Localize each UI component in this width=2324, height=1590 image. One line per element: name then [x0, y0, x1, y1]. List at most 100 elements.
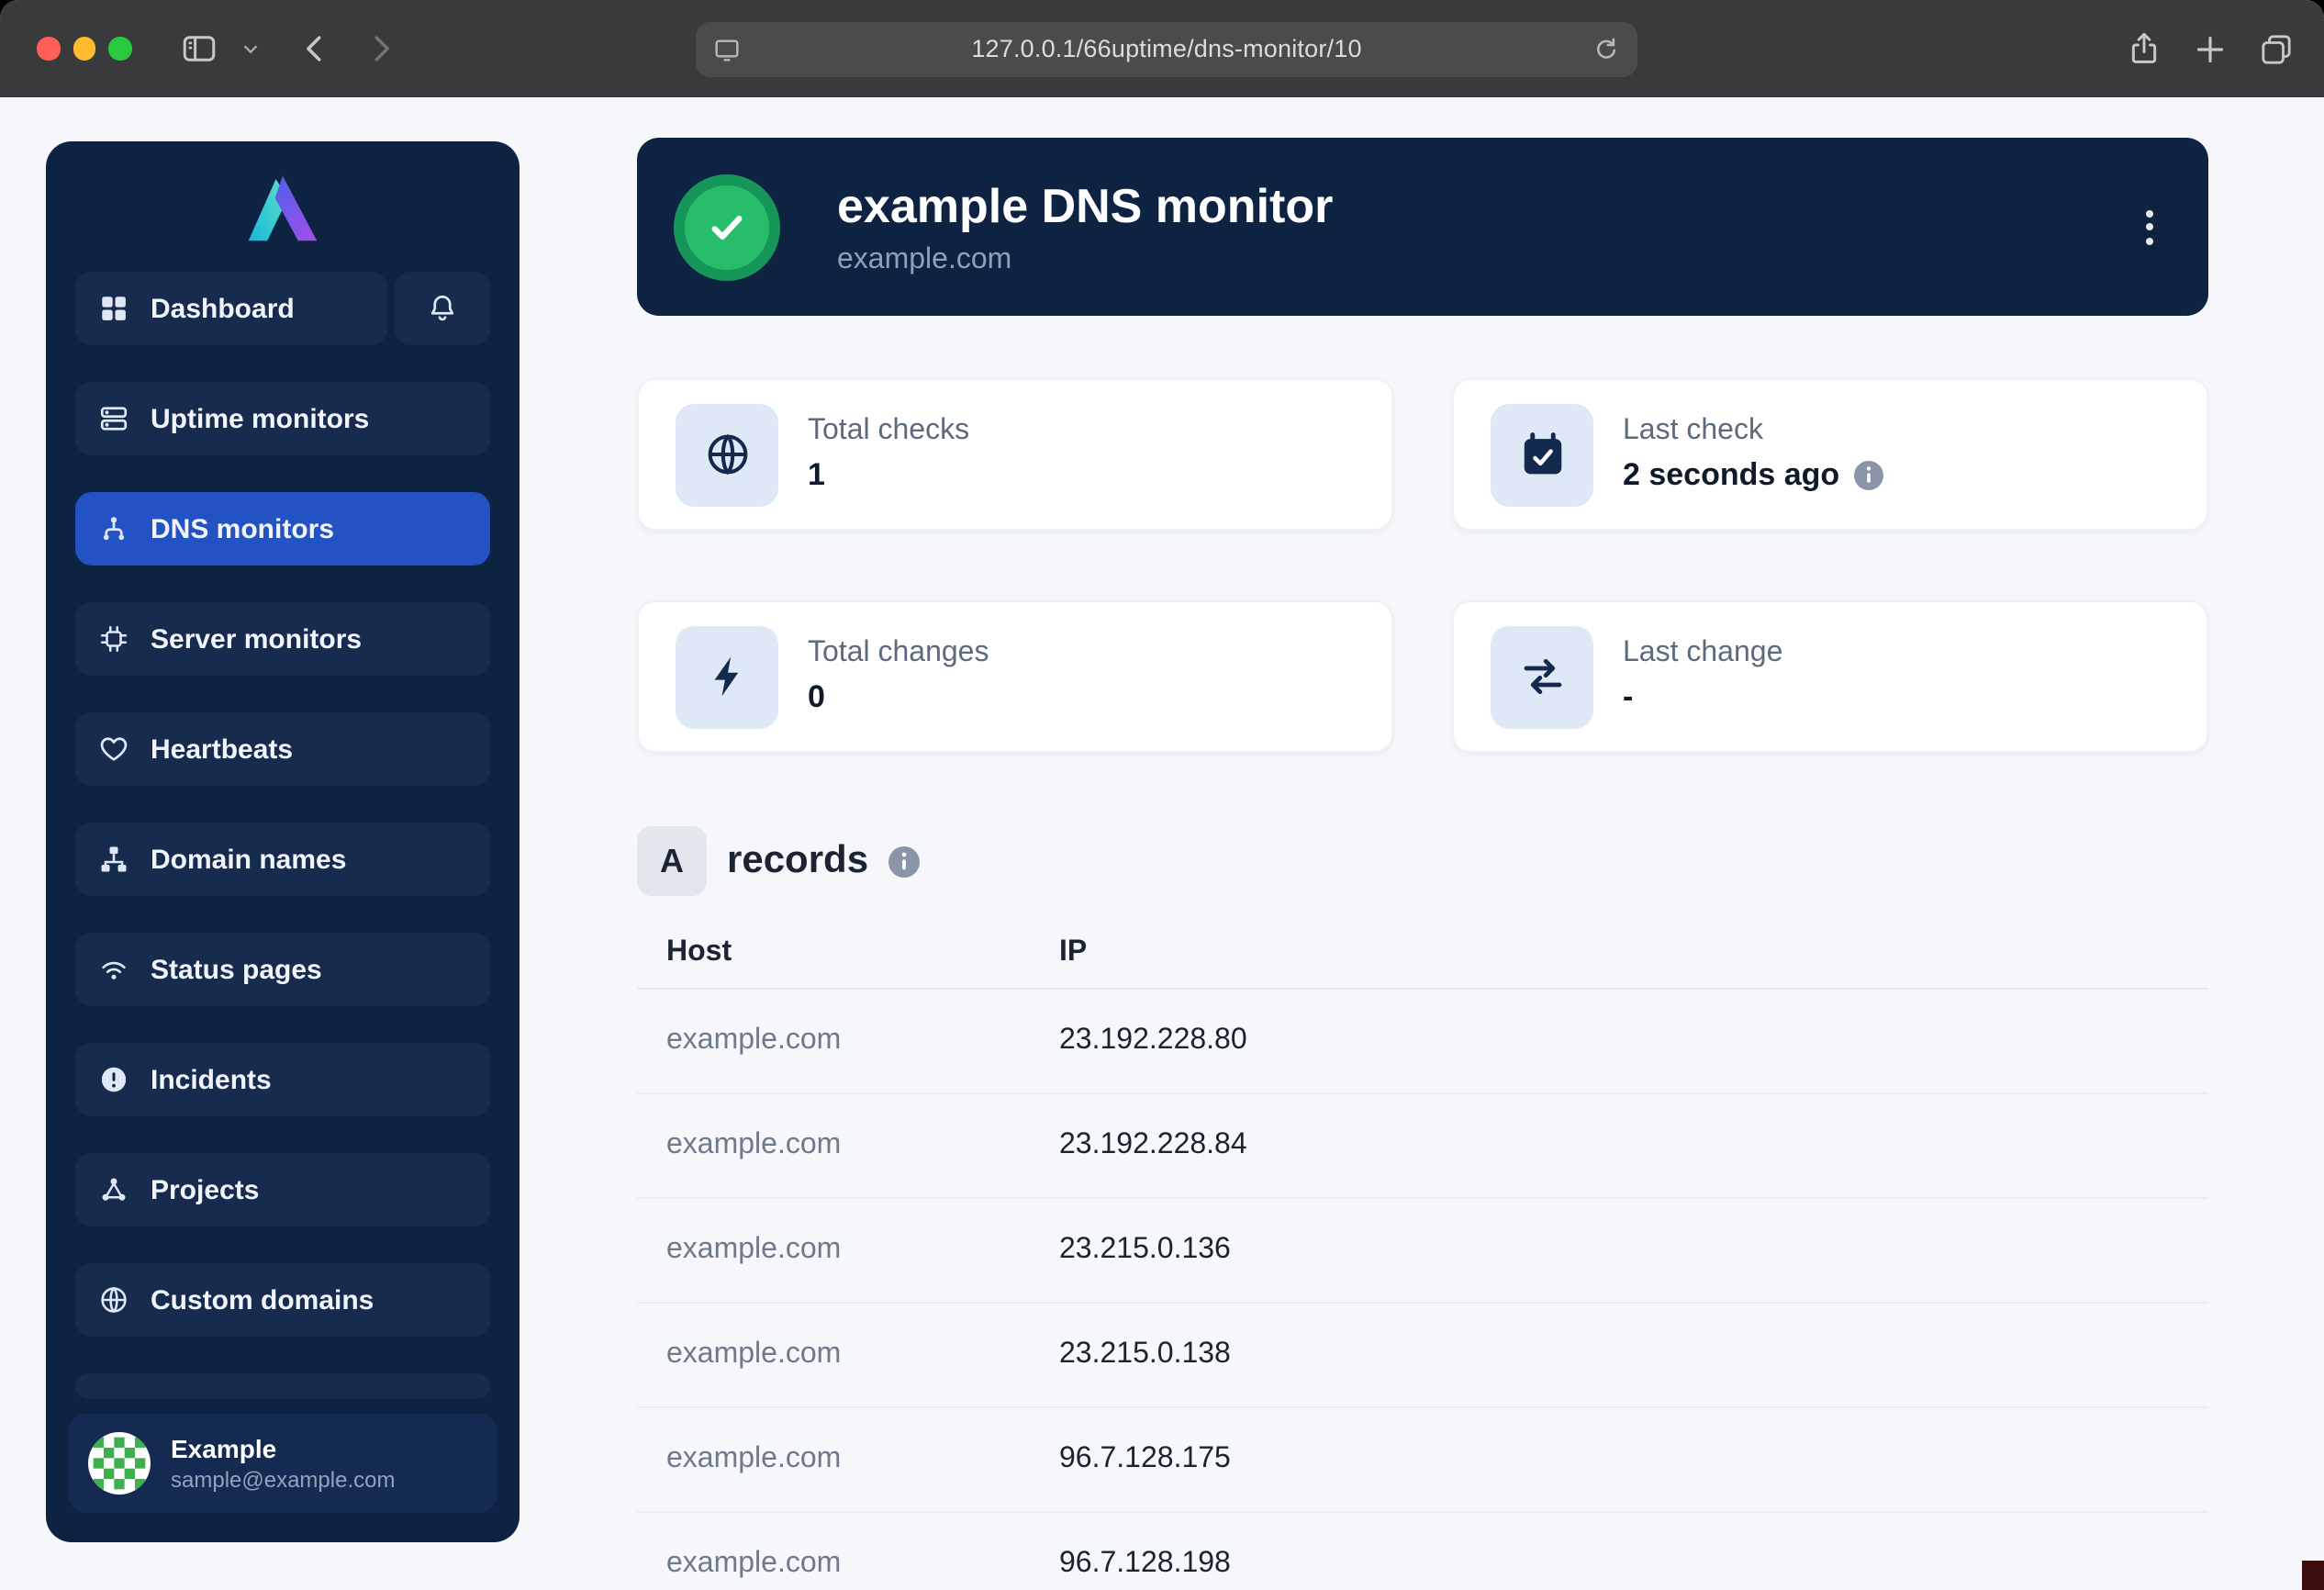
info-icon[interactable]: [1854, 461, 1883, 490]
sidebar-item-projects[interactable]: Projects: [75, 1153, 490, 1226]
monitor-menu-button[interactable]: [2135, 198, 2164, 255]
col-ip: IP: [1059, 935, 2208, 969]
nav-item-label: Projects: [151, 1174, 259, 1205]
stat-value: -: [1623, 679, 1782, 716]
forward-icon: [363, 31, 397, 66]
swap-arrows-icon: [1491, 625, 1593, 728]
browser-window: 127.0.0.1/66uptime/dns-monitor/10: [0, 0, 2324, 1590]
stat-label: Total changes: [808, 637, 989, 670]
tab-group-dropdown-button[interactable]: [235, 0, 264, 97]
new-tab-button[interactable]: [2192, 30, 2229, 67]
record-ip: 23.215.0.138: [1059, 1338, 2208, 1372]
sidebar-items: Uptime monitors DNS monitors Server moni…: [75, 382, 490, 1337]
screen-corner-artifact: [2302, 1561, 2324, 1590]
chevron-down-icon: [240, 39, 260, 59]
monitor-title: example DNS monitor: [837, 177, 1333, 234]
nav-item-icon: [97, 733, 130, 766]
nav-item-label: Heartbeats: [151, 733, 293, 765]
traffic-lights: [37, 0, 131, 97]
col-host: Host: [666, 935, 1059, 969]
stat-value: 2 seconds ago: [1623, 457, 1883, 494]
nav-item-icon: [97, 402, 130, 435]
record-ip: 23.215.0.136: [1059, 1234, 2208, 1267]
sidebar-item-dashboard[interactable]: Dashboard: [75, 272, 387, 345]
stat-last-change: Last change -: [1452, 600, 2208, 753]
record-host: example.com: [666, 1234, 1059, 1267]
share-button[interactable]: [2126, 30, 2162, 67]
plus-icon: [2192, 30, 2229, 67]
user-email: sample@example.com: [171, 1467, 395, 1493]
records-title: records: [727, 839, 868, 883]
zoom-button[interactable]: [108, 38, 131, 61]
sidebar-item-server-monitors[interactable]: Server monitors: [75, 602, 490, 676]
url-text: 127.0.0.1/66uptime/dns-monitor/10: [971, 35, 1361, 62]
records-header: A records: [637, 826, 920, 896]
notifications-button[interactable]: [395, 272, 490, 345]
stat-total-checks: Total checks 1: [637, 378, 1393, 531]
browser-toolbar: 127.0.0.1/66uptime/dns-monitor/10: [0, 0, 2324, 97]
nav-item-icon: [97, 1283, 130, 1316]
status-up-icon: [674, 174, 780, 280]
record-ip: 23.192.228.80: [1059, 1025, 2208, 1058]
stat-value: 1: [808, 457, 969, 494]
nav-item-label: Incidents: [151, 1064, 272, 1095]
stat-last-check: Last check 2 seconds ago: [1452, 378, 2208, 531]
app-logo[interactable]: [46, 141, 520, 244]
sidebar-toggle-button[interactable]: [176, 0, 220, 97]
sidebar-item-custom-domains[interactable]: Custom domains: [75, 1263, 490, 1337]
stat-value: 0: [808, 679, 989, 716]
record-host: example.com: [666, 1548, 1059, 1581]
nav-item-icon: [97, 843, 130, 876]
monitor-hostname: example.com: [837, 243, 1333, 276]
sidebar-nav: Dashboard Uptime monitors: [46, 244, 520, 1399]
record-type-badge: A: [637, 826, 707, 896]
sidebar-item-domain-names[interactable]: Domain names: [75, 823, 490, 896]
user-card[interactable]: Example sample@example.com: [68, 1414, 497, 1513]
sidebar-item-heartbeats[interactable]: Heartbeats: [75, 712, 490, 786]
nav-item-label: Custom domains: [151, 1284, 374, 1316]
tabs-overview-button[interactable]: [2258, 30, 2295, 67]
sidebar-item-uptime-monitors[interactable]: Uptime monitors: [75, 382, 490, 455]
tabs-icon: [2258, 30, 2295, 67]
minimize-button[interactable]: [73, 38, 95, 61]
sidebar-item-partial[interactable]: [75, 1373, 490, 1399]
record-host: example.com: [666, 1338, 1059, 1372]
record-host: example.com: [666, 1025, 1059, 1058]
site-settings-icon[interactable]: [712, 34, 742, 73]
sidebar-item-incidents[interactable]: Incidents: [75, 1043, 490, 1116]
address-bar[interactable]: 127.0.0.1/66uptime/dns-monitor/10: [696, 21, 1637, 76]
nav-item-icon: [97, 622, 130, 655]
bolt-icon: [676, 625, 778, 728]
nav-item-label: Status pages: [151, 954, 322, 985]
stat-label: Last change: [1623, 637, 1782, 670]
globe-icon: [676, 403, 778, 506]
table-row: example.com 23.192.228.80: [637, 990, 2208, 1094]
sidebar-item-dns-monitors[interactable]: DNS monitors: [75, 492, 490, 565]
table-row: example.com 96.7.128.175: [637, 1408, 2208, 1513]
nav-item-label: Domain names: [151, 844, 346, 875]
bell-icon: [426, 292, 459, 325]
nav-item-label: Uptime monitors: [151, 403, 369, 434]
nav-item-icon: [97, 512, 130, 545]
stat-label: Total checks: [808, 415, 969, 448]
record-ip: 96.7.128.175: [1059, 1443, 2208, 1476]
close-button[interactable]: [37, 38, 60, 61]
info-icon[interactable]: [888, 845, 920, 877]
nav-item-icon: [97, 953, 130, 986]
sidebar-item-status-pages[interactable]: Status pages: [75, 933, 490, 1006]
table-row: example.com 23.215.0.138: [637, 1304, 2208, 1408]
forward-button[interactable]: [360, 0, 400, 97]
table-header: Host IP: [637, 916, 2208, 990]
nav-item-label: Dashboard: [151, 293, 295, 324]
nav-item-label: DNS monitors: [151, 513, 334, 544]
avatar: [88, 1432, 151, 1495]
reload-button[interactable]: [1592, 34, 1621, 69]
back-icon: [296, 31, 331, 66]
record-ip: 96.7.128.198: [1059, 1548, 2208, 1581]
record-host: example.com: [666, 1129, 1059, 1162]
stat-total-changes: Total changes 0: [637, 600, 1393, 753]
records-table: Host IP example.com 23.192.228.80 exampl…: [637, 916, 2208, 1590]
back-button[interactable]: [294, 0, 334, 97]
share-icon: [2126, 30, 2162, 67]
nav-item-icon: [97, 1173, 130, 1206]
